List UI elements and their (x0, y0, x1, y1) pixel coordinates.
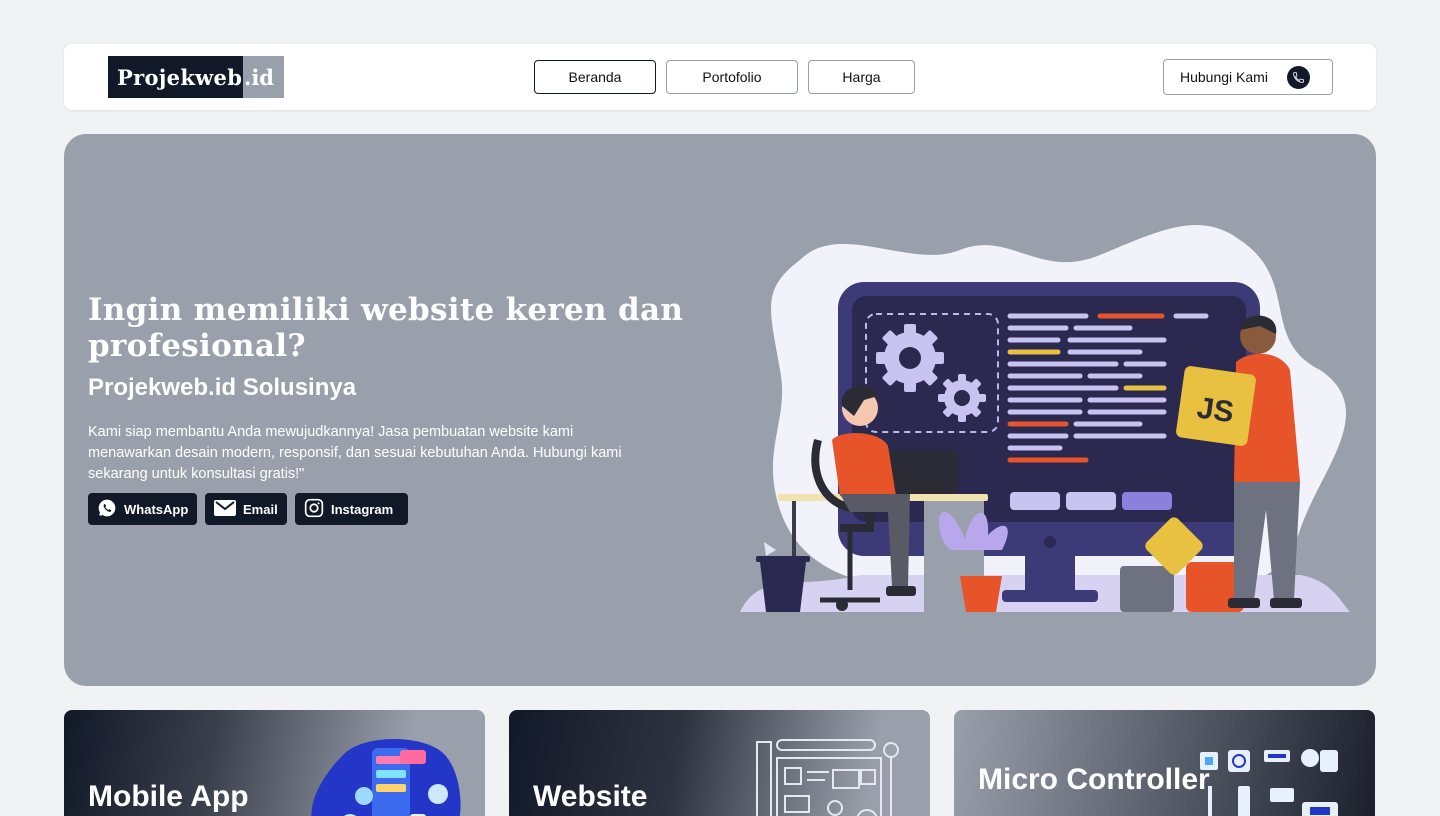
mobile-app-illustration (311, 739, 461, 816)
contact-button-label: Hubungi Kami (1180, 69, 1268, 85)
micro-controller-illustration (1200, 749, 1338, 816)
whatsapp-label: WhatsApp (124, 501, 189, 517)
hero-description: Kami siap membantu Anda mewujudkannya! J… (88, 424, 622, 482)
social-buttons: WhatsApp Email Instagram (88, 493, 408, 525)
service-card-title: Mobile App (88, 780, 249, 813)
mail-icon (214, 499, 236, 519)
instagram-button[interactable]: Instagram (295, 493, 408, 525)
phone-icon (1287, 66, 1310, 89)
service-card-micro-controller[interactable]: Micro Controller (954, 710, 1375, 816)
email-button[interactable]: Email (205, 493, 287, 525)
hero-title: Ingin memiliki website keren dan profesi… (88, 292, 684, 364)
service-card-website[interactable]: Website (509, 710, 930, 816)
hero-subtitle: Projekweb.id Solusinya (88, 374, 357, 401)
email-label: Email (243, 501, 278, 517)
js-badge-text: JS (1195, 392, 1236, 430)
nav-beranda-button[interactable]: Beranda (534, 60, 656, 94)
logo-main-text: Projekweb (117, 64, 243, 90)
instagram-label: Instagram (331, 501, 394, 517)
service-card-title: Website (533, 780, 648, 813)
whatsapp-button[interactable]: WhatsApp (88, 493, 197, 525)
navbar: Projekweb .id Beranda Portofolio Harga H… (64, 44, 1376, 110)
instagram-icon (304, 498, 324, 521)
nav-portofolio-button[interactable]: Portofolio (666, 60, 798, 94)
nav-harga-button[interactable]: Harga (808, 60, 915, 94)
service-card-mobile-app[interactable]: Mobile App (64, 710, 485, 816)
service-card-title: Micro Controller (978, 763, 1210, 796)
website-illustration (756, 739, 899, 816)
logo[interactable]: Projekweb .id (108, 56, 284, 98)
whatsapp-icon (97, 498, 117, 521)
contact-button[interactable]: Hubungi Kami (1163, 59, 1333, 95)
logo-tld-text: .id (243, 56, 284, 98)
hero-section: Ingin memiliki website keren dan profesi… (64, 134, 1376, 686)
developer-illustration: JS (740, 224, 1350, 612)
